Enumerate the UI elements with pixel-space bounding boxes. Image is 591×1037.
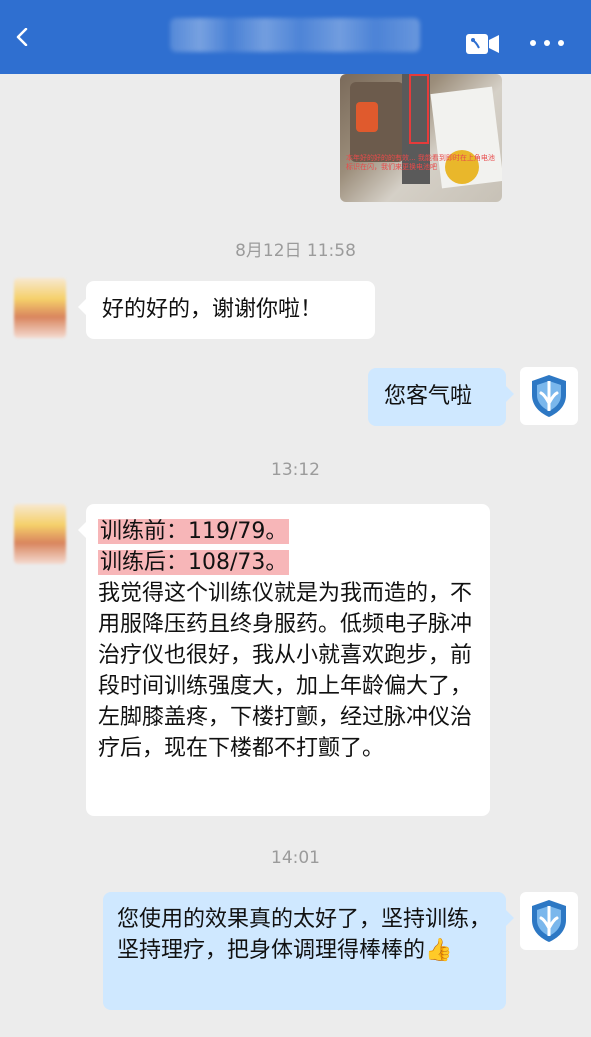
shield-icon <box>532 900 566 942</box>
time-stamp: 8月12日 11:58 <box>235 241 356 261</box>
chat-bubble-right: 您客气啦 <box>368 368 514 426</box>
time-stamp: 13:12 <box>271 460 320 480</box>
thumbs-up-icon: 👍 <box>425 938 453 963</box>
image-caption: 本年好的好的的有效... 我能看到即时在上角电池标识在闪，我们来更换电池吧 <box>346 154 495 171</box>
chat-bubble-right: 您使用的效果真的太好了，坚持训练，坚持理疗，把身体调理得棒棒的👍 <box>103 892 514 1010</box>
time-stamp: 14:01 <box>271 848 320 868</box>
image-shape <box>356 102 378 132</box>
chat-bubble-left: 训练前：119/79。 训练后：108/73。 我觉得这个训练仪就是为我而造的，… <box>78 504 490 816</box>
top-navigation-bar <box>0 0 591 74</box>
highlighted-line: 训练前：119/79。 <box>98 519 290 544</box>
message-text: 您使用的效果真的太好了，坚持训练，坚持理疗，把身体调理得棒棒的👍 <box>117 904 492 966</box>
more-icon[interactable] <box>529 35 565 51</box>
shield-icon <box>532 375 566 417</box>
shield-avatar[interactable] <box>520 892 578 950</box>
message-text: 好的好的，谢谢你啦！ <box>102 297 323 322</box>
blurred-contact-name <box>170 18 420 52</box>
avatar[interactable] <box>14 278 66 338</box>
chevron-left-icon[interactable] <box>14 28 32 46</box>
chat-bubble-left: 好的好的，谢谢你啦！ <box>78 281 375 339</box>
image-message[interactable]: 本年好的好的的有效... 我能看到即时在上角电池标识在闪，我们来更换电池吧 <box>340 74 502 202</box>
message-text: 您客气啦 <box>384 384 473 409</box>
image-annotation-box <box>409 74 429 144</box>
shield-avatar[interactable] <box>520 367 578 425</box>
message-text: 我觉得这个训练仪就是为我而造的，不用服降压药且终身服药。低频电子脉冲治疗仪也很好… <box>98 581 473 761</box>
avatar[interactable] <box>14 504 66 564</box>
video-call-icon[interactable] <box>466 32 500 56</box>
highlighted-line: 训练后：108/73。 <box>98 550 290 575</box>
